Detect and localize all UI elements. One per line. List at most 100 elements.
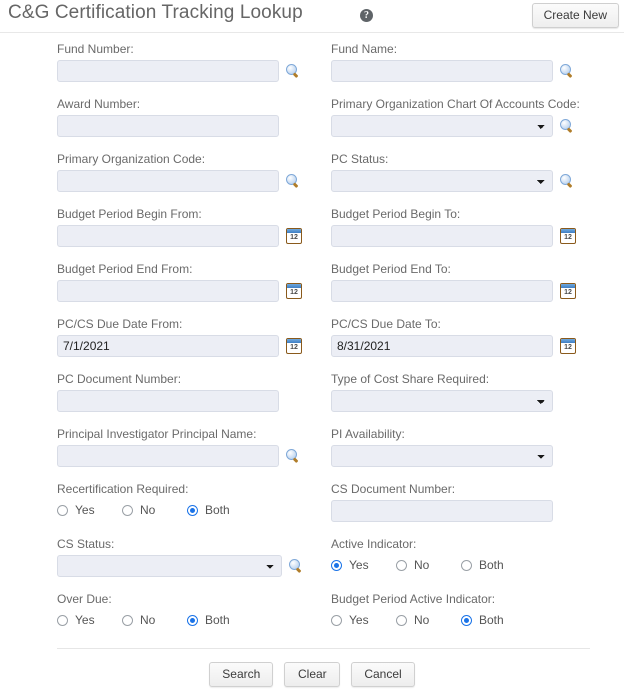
magnifier-icon[interactable] xyxy=(560,119,574,133)
form-row: Budget Period End From: Budget Period En… xyxy=(0,262,624,317)
recertification-required-radio-yes[interactable]: Yes xyxy=(57,503,122,517)
pc-document-number-input[interactable] xyxy=(57,390,279,412)
over-due-radio-both[interactable]: Both xyxy=(187,613,252,627)
form-row: Primary Organization Code: PC Status: xyxy=(0,152,624,207)
fund-name-input[interactable] xyxy=(331,60,553,82)
budget-period-begin-to-input[interactable] xyxy=(331,225,553,247)
form-row: CS Status: Active Indicator: Yes No Both xyxy=(0,537,624,592)
radio-indicator xyxy=(187,504,198,516)
active-indicator-radio-no[interactable]: No xyxy=(396,558,461,572)
primary-org-code-input[interactable] xyxy=(57,170,279,192)
budget-period-begin-from-input[interactable] xyxy=(57,225,279,247)
pi-availability-label: PI Availability: xyxy=(331,427,405,441)
form-row: Over Due: Yes No Both Budget Period Acti… xyxy=(0,592,624,647)
field-budget-period-begin-to: Budget Period Begin To: xyxy=(331,207,591,247)
recertification-required-radio-group: Yes No Both xyxy=(57,500,317,520)
radio-option-label: Both xyxy=(479,558,504,572)
fund-number-input[interactable] xyxy=(57,60,279,82)
cancel-button[interactable]: Cancel xyxy=(351,662,415,687)
radio-option-label: No xyxy=(140,503,156,517)
primary-org-code-label: Primary Organization Code: xyxy=(57,152,206,166)
footer-action-bar: Search Clear Cancel xyxy=(0,662,624,687)
calendar-icon[interactable] xyxy=(286,283,302,299)
radio-indicator xyxy=(122,614,133,626)
radio-indicator xyxy=(396,559,407,571)
field-pi-availability: PI Availability: xyxy=(331,427,591,467)
active-indicator-radio-both[interactable]: Both xyxy=(461,558,526,572)
principal-investigator-principal-name-label: Principal Investigator Principal Name: xyxy=(57,427,257,441)
budget-period-active-indicator-radio-both[interactable]: Both xyxy=(461,613,526,627)
active-indicator-radio-yes[interactable]: Yes xyxy=(331,558,396,572)
form-row: Fund Number: Fund Name: xyxy=(0,42,624,97)
pccs-due-date-to-label: PC/CS Due Date To: xyxy=(331,317,441,331)
pccs-due-date-to-input[interactable] xyxy=(331,335,553,357)
budget-period-active-indicator-label: Budget Period Active Indicator: xyxy=(331,592,496,606)
radio-option-label: Yes xyxy=(75,613,95,627)
cs-status-select[interactable] xyxy=(57,555,282,577)
budget-period-active-indicator-radio-group: Yes No Both xyxy=(331,610,591,630)
magnifier-icon[interactable] xyxy=(286,174,300,188)
recertification-required-radio-no[interactable]: No xyxy=(122,503,187,517)
fund-number-label: Fund Number: xyxy=(57,42,134,56)
budget-period-active-indicator-radio-yes[interactable]: Yes xyxy=(331,613,396,627)
field-pc-document-number: PC Document Number: xyxy=(57,372,317,412)
field-award-number: Award Number: xyxy=(57,97,317,137)
calendar-icon[interactable] xyxy=(286,338,302,354)
magnifier-icon[interactable] xyxy=(289,559,303,573)
page-title: C&G Certification Tracking Lookup xyxy=(8,2,303,23)
over-due-radio-no[interactable]: No xyxy=(122,613,187,627)
radio-option-label: No xyxy=(414,558,430,572)
radio-option-label: Yes xyxy=(75,503,95,517)
create-new-button[interactable]: Create New xyxy=(531,3,619,28)
pccs-due-date-from-label: PC/CS Due Date From: xyxy=(57,317,183,331)
pi-availability-select[interactable] xyxy=(331,445,553,467)
calendar-icon[interactable] xyxy=(286,228,302,244)
field-budget-period-end-to: Budget Period End To: xyxy=(331,262,591,302)
search-button[interactable]: Search xyxy=(209,662,274,687)
active-indicator-radio-group: Yes No Both xyxy=(331,555,591,575)
budget-period-end-to-input[interactable] xyxy=(331,280,553,302)
primary-org-coa-code-label: Primary Organization Chart Of Accounts C… xyxy=(331,97,580,111)
budget-period-begin-to-label: Budget Period Begin To: xyxy=(331,207,461,221)
type-of-cost-share-required-label: Type of Cost Share Required: xyxy=(331,372,490,386)
award-number-input[interactable] xyxy=(57,115,279,137)
over-due-radio-yes[interactable]: Yes xyxy=(57,613,122,627)
principal-investigator-principal-name-input[interactable] xyxy=(57,445,279,467)
field-recertification-required: Recertification Required: Yes No Both xyxy=(57,482,317,520)
radio-option-label: Both xyxy=(479,613,504,627)
form-row: Award Number: Primary Organization Chart… xyxy=(0,97,624,152)
pccs-due-date-from-input[interactable] xyxy=(57,335,279,357)
lookup-form: Fund Number: Fund Name: Award Number: Pr… xyxy=(0,33,624,647)
primary-org-coa-code-select[interactable] xyxy=(331,115,553,137)
budget-period-active-indicator-radio-no[interactable]: No xyxy=(396,613,461,627)
calendar-icon[interactable] xyxy=(560,283,576,299)
type-of-cost-share-required-select[interactable] xyxy=(331,390,553,412)
cs-status-label: CS Status: xyxy=(57,537,115,551)
form-row: PC Document Number: Type of Cost Share R… xyxy=(0,372,624,427)
radio-option-label: Both xyxy=(205,613,230,627)
field-primary-org-coa-code: Primary Organization Chart Of Accounts C… xyxy=(331,97,591,137)
magnifier-icon[interactable] xyxy=(286,64,300,78)
budget-period-end-from-input[interactable] xyxy=(57,280,279,302)
radio-indicator xyxy=(461,614,472,626)
clear-button[interactable]: Clear xyxy=(284,662,341,687)
radio-indicator xyxy=(57,504,68,516)
field-principal-investigator-principal-name: Principal Investigator Principal Name: xyxy=(57,427,317,467)
radio-indicator xyxy=(396,614,407,626)
active-indicator-label: Active Indicator: xyxy=(331,537,417,551)
cs-document-number-input[interactable] xyxy=(331,500,553,522)
magnifier-icon[interactable] xyxy=(560,174,574,188)
recertification-required-radio-both[interactable]: Both xyxy=(187,503,252,517)
calendar-icon[interactable] xyxy=(560,228,576,244)
radio-option-label: Both xyxy=(205,503,230,517)
calendar-icon[interactable] xyxy=(560,338,576,354)
help-circle-icon[interactable]: ? xyxy=(360,9,373,22)
magnifier-icon[interactable] xyxy=(286,449,300,463)
field-budget-period-active-indicator: Budget Period Active Indicator: Yes No B… xyxy=(331,592,591,630)
recertification-required-label: Recertification Required: xyxy=(57,482,189,496)
page-header: C&G Certification Tracking Lookup ? Crea… xyxy=(0,0,624,33)
pc-status-select[interactable] xyxy=(331,170,553,192)
field-active-indicator: Active Indicator: Yes No Both xyxy=(331,537,591,575)
pc-status-label: PC Status: xyxy=(331,152,389,166)
magnifier-icon[interactable] xyxy=(560,64,574,78)
